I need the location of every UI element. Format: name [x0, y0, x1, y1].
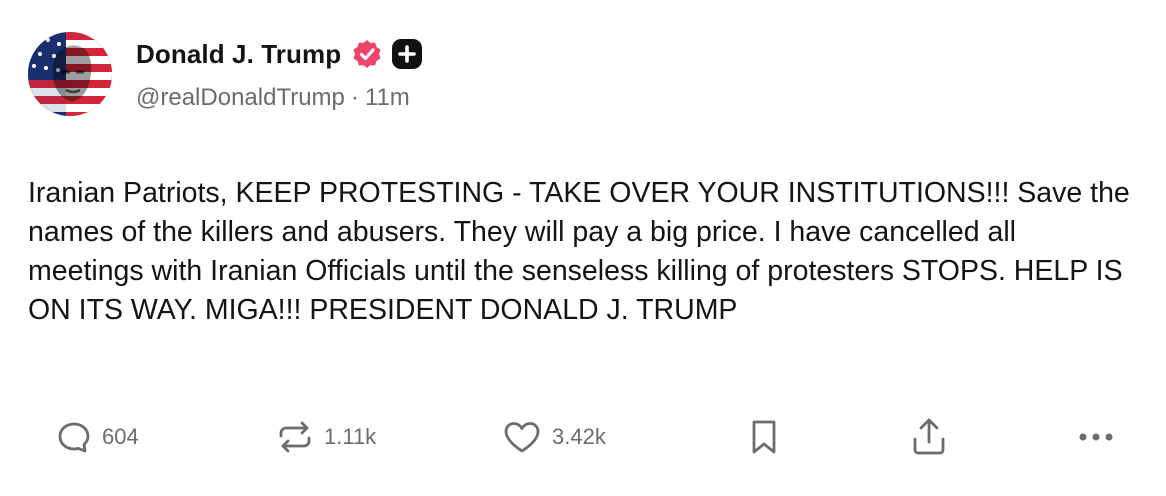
verified-badge-icon: [351, 38, 383, 70]
author-name-row: Donald J. Trump: [136, 34, 423, 74]
display-name[interactable]: Donald J. Trump: [136, 39, 341, 70]
timestamp[interactable]: 11m: [365, 84, 410, 112]
repost-icon: [276, 419, 314, 455]
share-icon: [910, 417, 948, 457]
reply-button[interactable]: 604: [56, 412, 139, 462]
author-meta-row: @realDonaldTrump · 11m: [136, 84, 410, 112]
bookmark-icon: [748, 418, 780, 456]
like-button[interactable]: 3.42k: [502, 412, 606, 462]
share-button[interactable]: [910, 412, 948, 462]
post-card: Donald J. Trump @realDonaldTrump · 11m I…: [0, 0, 1166, 496]
plus-badge-icon: [391, 38, 423, 70]
repost-button[interactable]: 1.11k: [276, 412, 376, 462]
reply-count: 604: [102, 424, 139, 449]
heart-icon: [502, 419, 542, 455]
more-icon: [1076, 427, 1116, 447]
handle[interactable]: @realDonaldTrump: [136, 84, 345, 112]
bookmark-button[interactable]: [748, 412, 780, 462]
avatar[interactable]: [28, 32, 112, 116]
repost-count: 1.11k: [324, 424, 377, 449]
post-body: Iranian Patriots, KEEP PROTESTING - TAKE…: [28, 177, 1138, 326]
comment-icon: [56, 419, 92, 455]
more-options-button[interactable]: [1076, 412, 1116, 462]
meta-separator: ·: [350, 84, 359, 111]
like-count: 3.42k: [552, 424, 606, 449]
post-actions-bar: 604 1.11k 3.42k: [0, 412, 1166, 462]
